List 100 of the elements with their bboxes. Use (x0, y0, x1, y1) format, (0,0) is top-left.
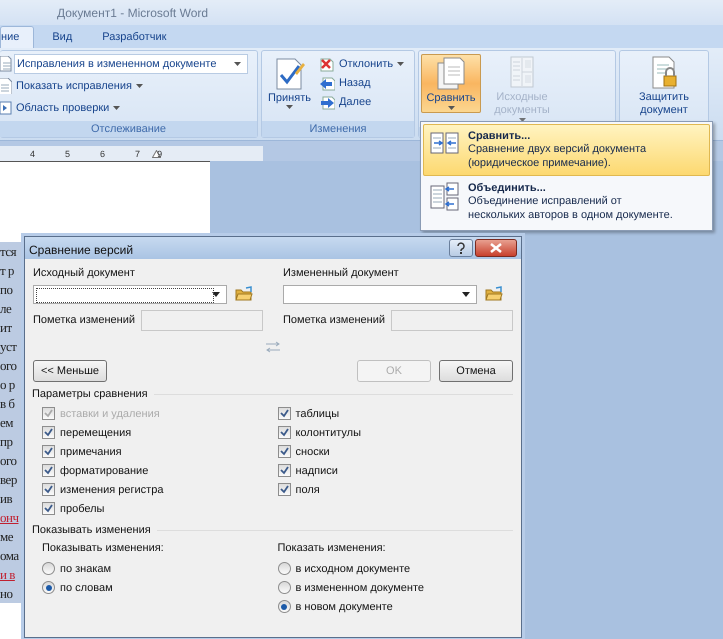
toolbar-button[interactable]: Отклонить (316, 55, 406, 73)
indent-marker-icon (152, 150, 162, 158)
checkbox-label: поля (296, 484, 320, 496)
checkbox-label: форматирование (60, 464, 148, 476)
field-label: Пометка изменений (283, 314, 383, 326)
dropdown-caret-icon (286, 105, 293, 109)
display-dropdown[interactable]: Исправления в измененном документе (14, 54, 248, 74)
ribbon-tab[interactable]: Разработчик (90, 27, 178, 48)
dropdown-caret-icon (234, 62, 242, 66)
left-arrow-icon (318, 75, 335, 91)
dropdown-caret-icon (212, 292, 220, 296)
menu-item[interactable]: Объединить... Объединение исправлений от нескольких авторов в одном документе. (423, 176, 710, 228)
document-text: и в (0, 566, 16, 584)
radio-label: по словам (60, 582, 113, 594)
right-arrow-icon (318, 94, 335, 110)
checkbox[interactable] (278, 464, 290, 477)
group-label: Изменения (262, 121, 414, 137)
checkbox[interactable] (42, 464, 55, 477)
ruler-number: 6 (100, 148, 106, 158)
document-text: ого (0, 452, 18, 470)
protect-button[interactable]: Защитить документ (625, 54, 703, 119)
document-icon (0, 78, 12, 94)
document-text: но (0, 585, 14, 603)
checkbox[interactable] (278, 407, 290, 420)
checkbox[interactable] (278, 483, 290, 496)
radio-label: по знакам (60, 562, 112, 574)
menu-item-description: Сравнение двух версий документа (юридическое примечание). (468, 142, 646, 170)
toolbar-button[interactable]: Назад (316, 74, 406, 92)
document-text: онч (0, 509, 20, 527)
merge-documents-icon (430, 182, 460, 212)
field-label: Измененный документ (283, 267, 400, 280)
field-label: Пометка изменений (33, 314, 133, 326)
section-title: Показывать изменения (32, 524, 151, 536)
radio-button[interactable] (278, 600, 290, 613)
help-button[interactable] (449, 239, 473, 257)
checkbox[interactable] (278, 445, 290, 458)
menu-button[interactable]: Область проверки (14, 100, 122, 114)
checkbox-label: примечания (60, 446, 122, 458)
dropdown-caret-icon (397, 62, 404, 66)
document-text: т р (0, 262, 15, 280)
checkbox[interactable] (42, 483, 55, 496)
checkbox[interactable] (278, 426, 290, 439)
checkbox[interactable] (42, 426, 55, 439)
checkbox-label: таблицы (296, 408, 340, 420)
input-field[interactable] (391, 310, 513, 330)
radio-label: в новом документе (296, 600, 393, 612)
ruler-number: 4 (30, 148, 36, 158)
menu-item-title: Сравнить... (468, 130, 532, 142)
dialog-button[interactable]: Отмена (439, 360, 513, 382)
compare-documents-icon (430, 130, 460, 156)
document-text: в б (0, 395, 16, 413)
window-title: Документ1 - Microsoft Word (56, 6, 208, 20)
file-dropdown[interactable] (33, 284, 227, 304)
radio-button[interactable] (42, 581, 55, 594)
radio-label: в измененном документе (296, 582, 424, 594)
ruler-number: 7 (135, 148, 140, 158)
dropdown-caret-icon (462, 292, 470, 296)
ruler-number: 5 (65, 148, 70, 158)
document-text: тся (0, 243, 18, 261)
checkbox-label: вставки и удаления (60, 408, 160, 420)
radio-button[interactable] (278, 562, 290, 575)
dropdown-caret-icon (448, 106, 454, 110)
document-text: пр (0, 433, 14, 451)
document-text: ив (0, 490, 14, 508)
markup-icon (0, 56, 12, 72)
group-label: Показать изменения: (278, 542, 387, 556)
ribbon-button[interactable]: Сравнить (421, 54, 481, 113)
document-text: вер (0, 471, 18, 489)
close-button[interactable] (475, 239, 517, 257)
checkbox[interactable] (42, 502, 55, 515)
documents-icon (436, 57, 466, 91)
checkbox-label: пробелы (60, 502, 104, 514)
ribbon-tab[interactable]: Вид (40, 27, 84, 48)
input-field[interactable] (141, 310, 263, 330)
dialog-title: Сравнение версий (29, 242, 134, 257)
menu-button[interactable]: Показать исправления (14, 78, 145, 92)
group-label: Отслеживание (0, 121, 257, 137)
menu-item[interactable]: Сравнить... Сравнение двух версий документа (юридическое примечание). (423, 124, 710, 176)
checkbox-label: колонтитулы (296, 426, 361, 438)
combo-text: Исправления в измененном документе (17, 58, 216, 70)
dropdown-caret-icon (113, 106, 120, 110)
question-mark-icon (456, 242, 466, 254)
checkbox-label: изменения регистра (60, 484, 164, 496)
document-text: ит (0, 319, 13, 337)
ribbon-tab[interactable]: ние (0, 26, 34, 48)
close-icon (490, 243, 502, 253)
toolbar-button[interactable]: Далее (316, 93, 406, 111)
document-text: ого (0, 357, 18, 375)
radio-button[interactable] (42, 562, 55, 575)
dialog-button[interactable]: << Меньше (33, 360, 107, 382)
folder-icon (485, 286, 503, 302)
radio-button[interactable] (278, 581, 290, 594)
menu-item-description: Объединение исправлений от нескольких авторов в одном документе. (468, 194, 673, 222)
browse-button[interactable] (485, 286, 503, 302)
menu-item-title: Объединить... (468, 182, 547, 194)
browse-button[interactable] (235, 286, 253, 302)
accept-button[interactable]: Принять (266, 55, 313, 111)
checkbox-label: сноски (296, 446, 330, 458)
checkbox[interactable] (42, 445, 55, 458)
document-text: ома (0, 547, 20, 565)
